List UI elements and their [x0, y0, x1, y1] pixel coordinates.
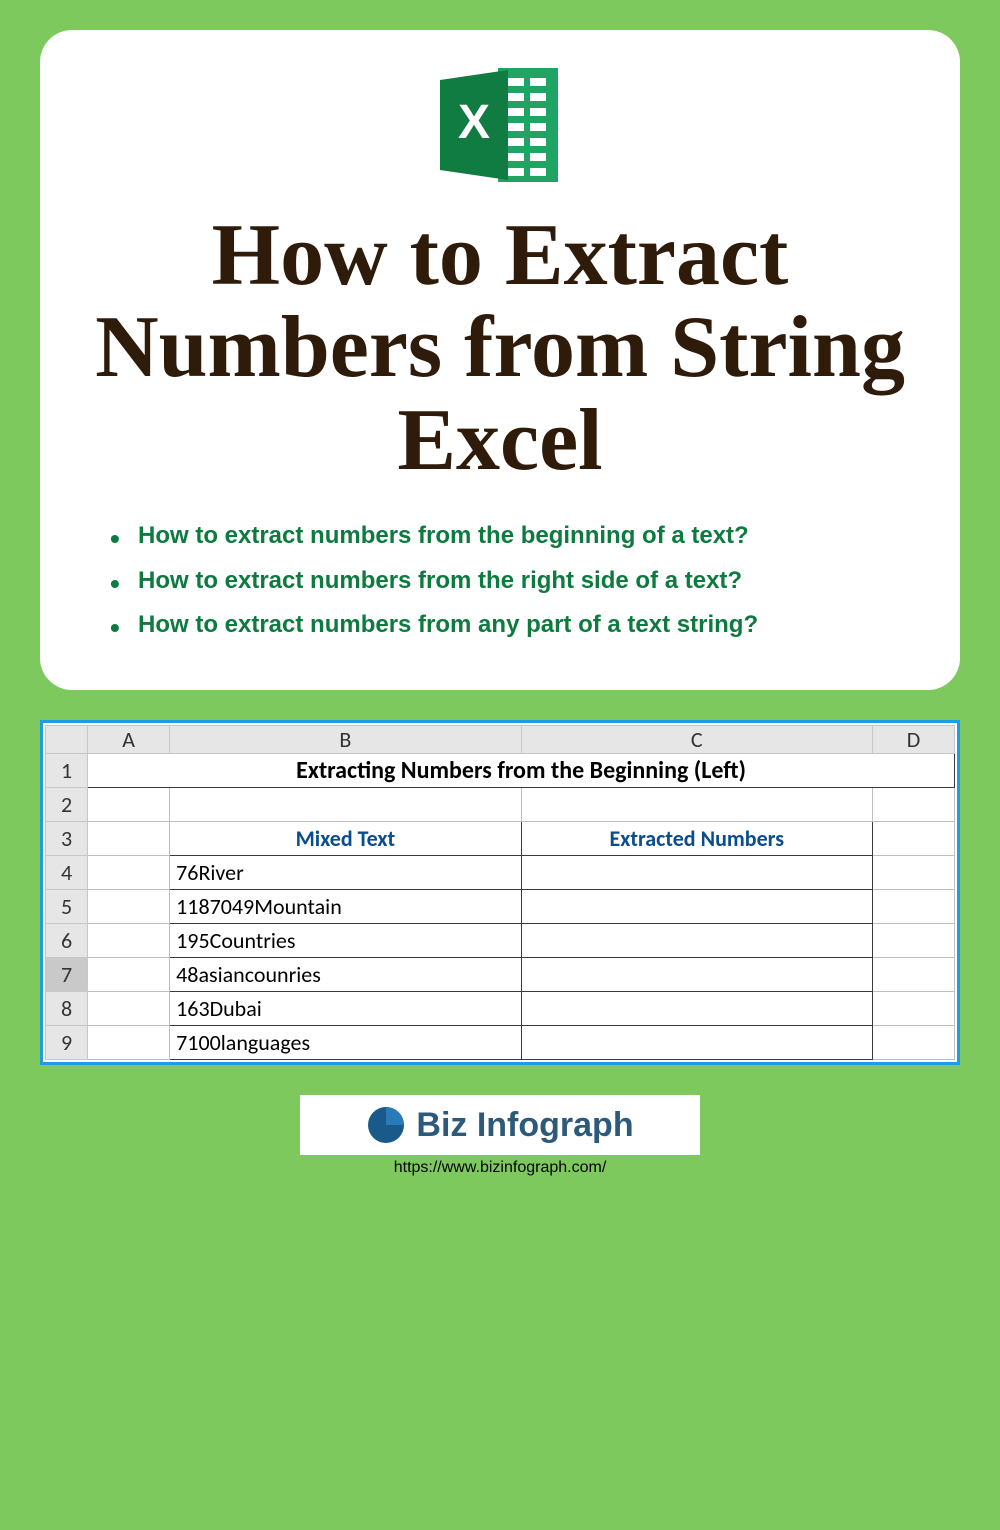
bullet-item: How to extract numbers from any part of … [110, 606, 910, 644]
row-header: 3 [46, 822, 88, 856]
empty-cell [872, 992, 954, 1026]
empty-cell [521, 788, 872, 822]
row-header: 9 [46, 1026, 88, 1060]
data-cell [521, 992, 872, 1026]
data-cell [521, 856, 872, 890]
empty-cell [88, 890, 170, 924]
bullet-list: How to extract numbers from the beginnin… [90, 517, 910, 644]
empty-cell [88, 1026, 170, 1060]
logo-container: Biz Infograph https://www.bizinfograph.c… [300, 1095, 700, 1177]
header-cell-mixed: Mixed Text [170, 822, 521, 856]
data-cell [521, 890, 872, 924]
empty-cell [872, 788, 954, 822]
pie-chart-icon [366, 1105, 406, 1145]
empty-cell [872, 958, 954, 992]
main-card: X How to Extract Numbers from String Exc… [40, 30, 960, 690]
data-cell: 76River [170, 856, 521, 890]
empty-cell [88, 924, 170, 958]
bullet-item: How to extract numbers from the beginnin… [110, 517, 910, 555]
row-header: 6 [46, 924, 88, 958]
data-cell [521, 924, 872, 958]
data-cell: 48asiancounries [170, 958, 521, 992]
data-cell: 7100languages [170, 1026, 521, 1060]
row-header: 1 [46, 754, 88, 788]
empty-cell [88, 788, 170, 822]
empty-cell [872, 890, 954, 924]
row-header: 4 [46, 856, 88, 890]
empty-cell [170, 788, 521, 822]
header-cell-extracted: Extracted Numbers [521, 822, 872, 856]
data-cell: 1187049Mountain [170, 890, 521, 924]
merged-title-cell: Extracting Numbers from the Beginning (L… [88, 754, 955, 788]
logo-bar: Biz Infograph [300, 1095, 700, 1155]
col-header: D [872, 726, 954, 754]
col-header: A [88, 726, 170, 754]
empty-cell [88, 992, 170, 1026]
empty-cell [872, 1026, 954, 1060]
data-cell: 195Countries [170, 924, 521, 958]
data-cell: 163Dubai [170, 992, 521, 1026]
logo-text: Biz Infograph [416, 1106, 633, 1145]
svg-text:X: X [458, 96, 490, 149]
excel-icon: X [90, 60, 910, 190]
corner-cell [46, 726, 88, 754]
main-title: How to Extract Numbers from String Excel [90, 210, 910, 487]
empty-cell [88, 856, 170, 890]
col-header: C [521, 726, 872, 754]
bullet-item: How to extract numbers from the right si… [110, 562, 910, 600]
empty-cell [88, 822, 170, 856]
data-cell [521, 1026, 872, 1060]
col-header: B [170, 726, 521, 754]
empty-cell [872, 856, 954, 890]
data-cell [521, 958, 872, 992]
row-header: 5 [46, 890, 88, 924]
row-header: 2 [46, 788, 88, 822]
empty-cell [872, 822, 954, 856]
empty-cell [88, 958, 170, 992]
spreadsheet-preview: A B C D 1 Extracting Numbers from the Be… [40, 720, 960, 1065]
row-header-selected: 7 [46, 958, 88, 992]
logo-url: https://www.bizinfograph.com/ [300, 1159, 700, 1177]
row-header: 8 [46, 992, 88, 1026]
empty-cell [872, 924, 954, 958]
